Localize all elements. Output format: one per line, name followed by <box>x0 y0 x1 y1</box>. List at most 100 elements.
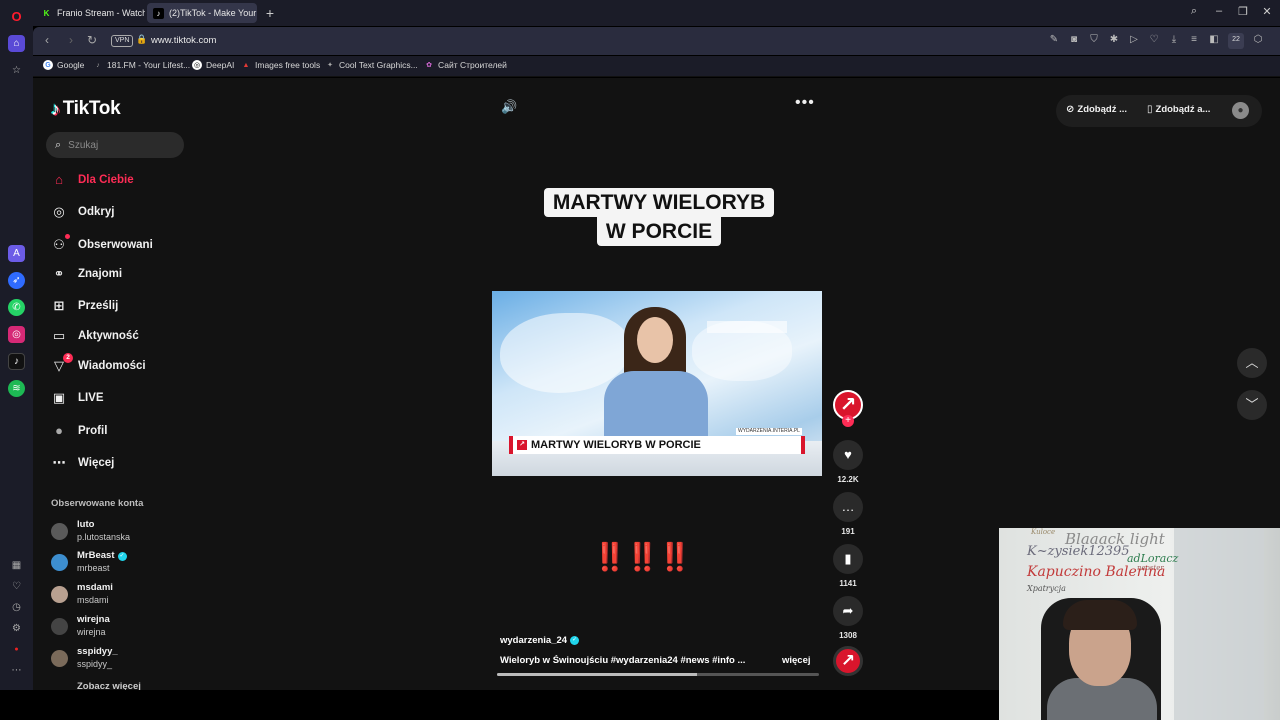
edit-icon[interactable]: ✎ <box>1048 33 1060 47</box>
search-box[interactable]: ⌕ <box>46 132 184 158</box>
back-icon[interactable]: ‹ <box>39 33 55 47</box>
heart-icon[interactable]: ♡ <box>8 578 25 595</box>
nav-activity[interactable]: ▭ Aktywność <box>51 325 139 347</box>
reload-icon[interactable]: ↻ <box>84 33 100 47</box>
shield-icon[interactable]: ⛉ <box>1088 33 1100 47</box>
cube-icon[interactable]: ⬡ <box>1252 33 1264 47</box>
wallet-icon[interactable]: ◧ <box>1208 33 1220 47</box>
tab-tiktok[interactable]: ♪ (2)TikTok - Make Your Day <box>147 3 257 23</box>
video-author[interactable]: wydarzenia_24 ✓ <box>500 635 580 646</box>
url-field[interactable]: www.tiktok.com <box>151 35 216 46</box>
see-more-link[interactable]: Zobacz więcej <box>77 681 141 690</box>
vpn-badge[interactable]: VPN <box>111 35 134 47</box>
get-coins-button[interactable]: ⊘ Zdobądź ... <box>1066 104 1127 115</box>
downloads-icon[interactable]: ⤓ <box>1168 33 1180 47</box>
star-icon[interactable]: ☆ <box>8 62 25 79</box>
tiktok-app-icon[interactable]: ♪ <box>8 353 25 370</box>
music-disc-icon[interactable]: ↗ <box>833 646 863 676</box>
followed-account-wirejna[interactable]: wirejna wirejna <box>51 613 110 639</box>
bookmark-label: 181.FM - Your Lifest... <box>107 60 191 70</box>
search-input[interactable] <box>68 139 169 151</box>
lock-icon[interactable]: 🔒 <box>136 34 147 45</box>
followed-account-luto[interactable]: luto p.lutostanska <box>51 518 130 544</box>
nav-more[interactable]: ⋯ Więcej <box>51 452 115 474</box>
like-count: 12.2K <box>837 475 859 484</box>
forward-icon[interactable]: › <box>63 33 79 47</box>
menu-icon[interactable]: ≡ <box>1188 33 1200 47</box>
messenger-icon[interactable]: ➶ <box>8 272 25 289</box>
tiktok-logo[interactable]: ♪ TikTok <box>51 98 121 120</box>
share-action[interactable]: ➦ 1308 <box>833 596 863 640</box>
nav-live[interactable]: ▣ LIVE <box>51 387 104 409</box>
messages-glyph: ▽ <box>54 358 64 373</box>
next-video-button[interactable]: ﹀ <box>1237 390 1267 420</box>
caption-more-link[interactable]: więcej <box>782 655 811 666</box>
deepai-icon: ◎ <box>192 60 202 70</box>
bookmark-google[interactable]: G Google <box>43 60 84 70</box>
settings-icon[interactable]: ⚙ <box>8 620 25 637</box>
user-follow-icon: ⚇ <box>51 234 70 253</box>
home-icon[interactable]: ⌂ <box>8 35 25 52</box>
minimize-button[interactable]: – <box>1211 5 1227 17</box>
opera-logo-icon[interactable]: O <box>8 8 25 25</box>
upload-icon: ⊞ <box>53 298 65 313</box>
user-avatar[interactable]: ● <box>1232 102 1249 119</box>
tiktok-favicon-icon: ♪ <box>153 7 164 19</box>
spotify-icon[interactable]: ≋ <box>8 380 25 397</box>
extension-badge[interactable]: 22 <box>1228 33 1244 49</box>
history-icon[interactable]: ◷ <box>8 599 25 616</box>
nav-explore[interactable]: ◎ Odkryj <box>51 201 114 223</box>
like-action[interactable]: ♥ 12.2K <box>833 440 863 484</box>
bookmark-label: Cool Text Graphics... <box>339 60 418 70</box>
favorite-icon[interactable]: ♡ <box>1148 33 1160 47</box>
new-tab-button[interactable]: + <box>262 5 278 21</box>
video-options-icon[interactable]: ••• <box>795 94 815 112</box>
comment-action[interactable]: … 191 <box>833 492 863 536</box>
save-action[interactable]: ▮ 1141 <box>833 544 863 588</box>
followed-account-sspidyy[interactable]: sspidyy_ sspidyy_ <box>51 645 118 671</box>
record-icon[interactable]: ● <box>8 641 25 658</box>
extension-icon[interactable]: ✱ <box>1108 33 1120 47</box>
close-window-button[interactable]: ✕ <box>1259 5 1275 18</box>
account-username: p.lutostanska <box>77 532 131 542</box>
video-player[interactable]: WYDARZENIA.INTERIA.PL ↗ MARTWY WIELORYB … <box>492 291 822 476</box>
author-name: wydarzenia_24 <box>500 635 568 646</box>
nav-upload[interactable]: ⊞ Prześlij <box>51 295 119 317</box>
followed-account-msdami[interactable]: msdami msdami <box>51 581 113 607</box>
aria-ai-icon[interactable]: A <box>8 245 25 262</box>
maximize-button[interactable]: ❐ <box>1235 5 1251 18</box>
previous-video-button[interactable]: ︿ <box>1237 348 1267 378</box>
instagram-icon[interactable]: ◎ <box>8 326 25 343</box>
video-progress-bar[interactable] <box>497 673 819 676</box>
bookmark-cooltext[interactable]: ✦ Cool Text Graphics... <box>325 60 418 70</box>
workspaces-icon[interactable]: ▦ <box>8 557 25 574</box>
camera-icon[interactable]: ◙ <box>1068 33 1080 47</box>
nav-profile[interactable]: ● Profil <box>51 420 107 442</box>
nav-following[interactable]: ⚇ Obserwowani <box>51 234 153 256</box>
bookmark-181fm[interactable]: ♪ 181.FM - Your Lifest... <box>93 60 190 70</box>
bookmark-builders[interactable]: ✿ Сайт Строителей <box>424 60 507 70</box>
search-tabs-icon[interactable]: ⌕ <box>1186 5 1202 18</box>
nav-for-you[interactable]: ⌂ Dla Ciebie <box>51 169 134 191</box>
volume-icon[interactable]: 🔊 <box>501 99 517 115</box>
more-icon[interactable]: ⋯ <box>8 662 25 679</box>
webcam-overlay: Blaaack light Kuloce K~zysiek12395 adLor… <box>999 528 1280 720</box>
bookmark-deepai[interactable]: ◎ DeepAI <box>192 60 234 70</box>
account-username: mrbeast <box>77 563 110 573</box>
bookmark-images-tools[interactable]: ▲ Images free tools <box>241 60 321 70</box>
google-icon: G <box>43 60 53 70</box>
activity-icon: ▭ <box>52 328 66 343</box>
follow-plus-icon[interactable]: + <box>842 415 854 427</box>
play-icon[interactable]: ▷ <box>1128 33 1140 47</box>
lower-third: ↗ MARTWY WIELORYB W PORCIE <box>509 436 805 454</box>
followed-account-mrbeast[interactable]: MrBeast ✓ mrbeast <box>51 549 127 575</box>
whatsapp-icon[interactable]: ✆ <box>8 299 25 316</box>
nav-messages[interactable]: ▽ 2 Wiadomości <box>51 353 146 377</box>
account-username: msdami <box>77 595 109 605</box>
account-name-row: MrBeast ✓ <box>77 550 127 562</box>
webcam-person-hair <box>1063 600 1137 630</box>
get-app-button[interactable]: ▯ Zdobądź a... <box>1147 104 1210 115</box>
button-label: Zdobądź ... <box>1077 104 1127 115</box>
tab-franio-stream[interactable]: K Franio Stream - Watch Live <box>35 3 145 23</box>
nav-friends[interactable]: ⚭ Znajomi <box>51 263 123 285</box>
